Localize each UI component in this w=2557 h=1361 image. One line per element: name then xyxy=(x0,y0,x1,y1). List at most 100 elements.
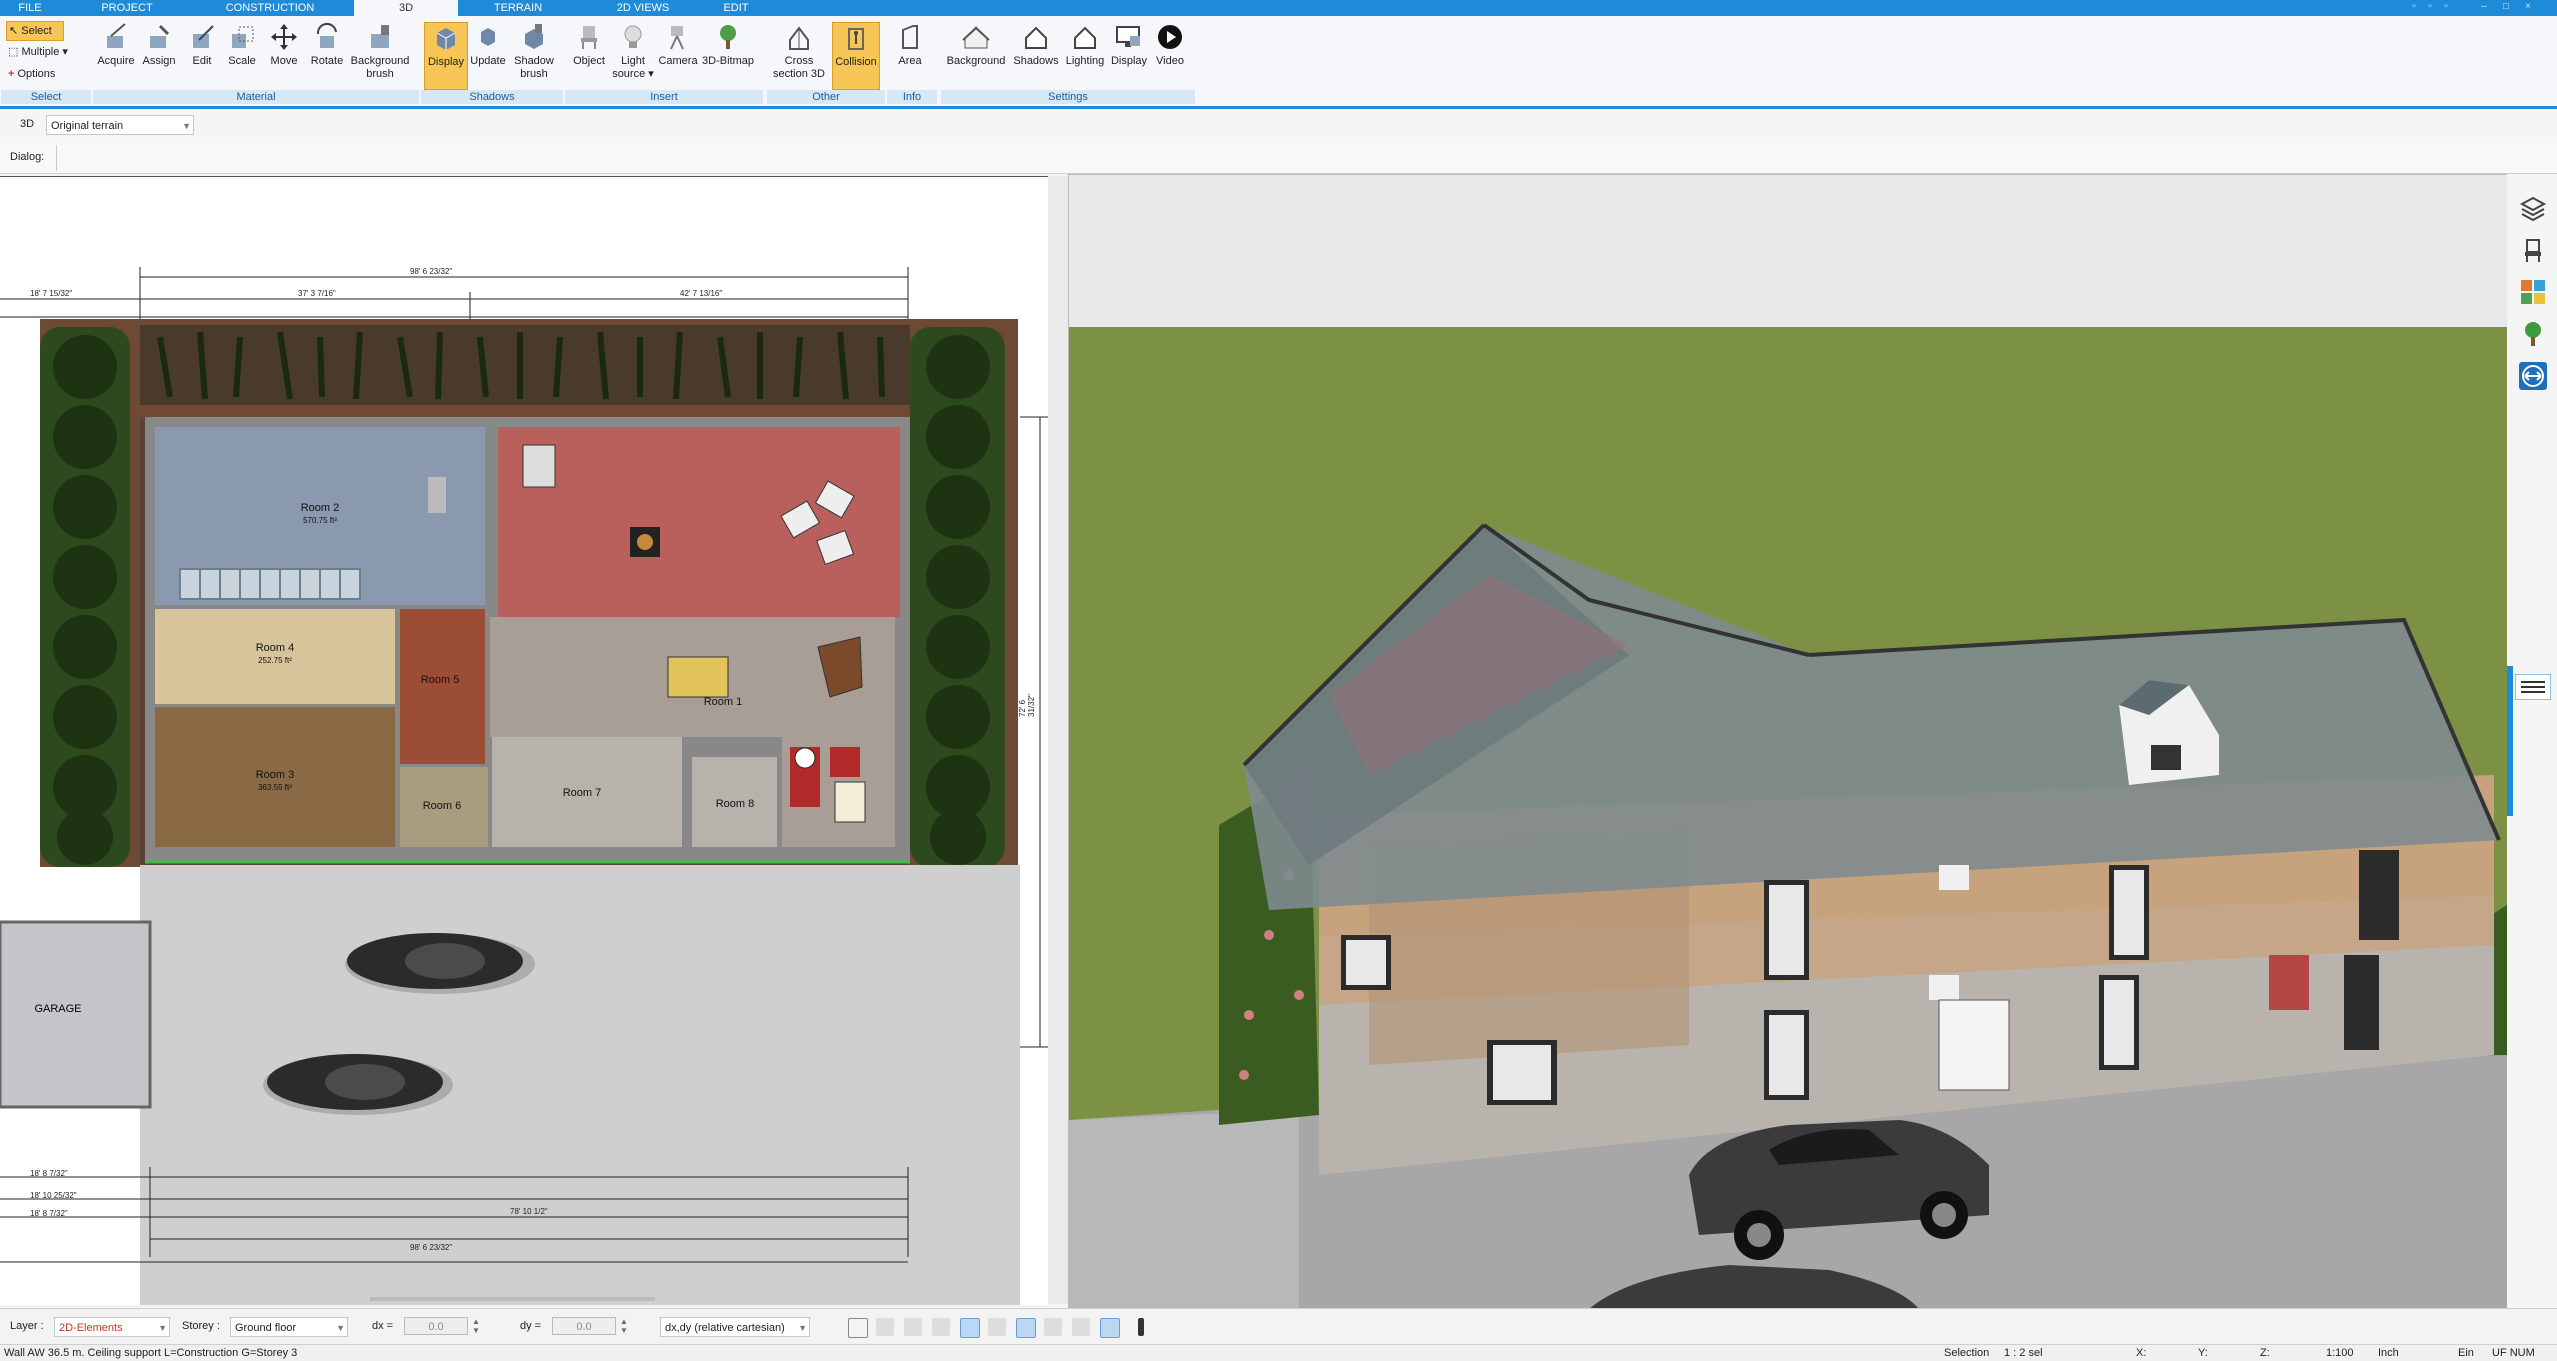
dy-stepper[interactable]: ▲ ▼ xyxy=(620,1317,628,1335)
materials-icon[interactable] xyxy=(2519,278,2547,306)
shadow-display-button[interactable]: Display xyxy=(424,22,468,90)
shadow-brush-button[interactable]: Shadow brush xyxy=(510,22,558,81)
background-settings-button[interactable]: Background xyxy=(942,22,1010,68)
chair-icon[interactable] xyxy=(2519,236,2547,264)
dimension-bottom-house: 78' 10 1/2" xyxy=(510,1207,548,1216)
dimension-right-vertical: 72' 6 31/32" xyxy=(1018,694,1036,717)
room-3-area: 363.55 ft² xyxy=(258,783,292,792)
dx-stepper[interactable]: ▲ ▼ xyxy=(472,1317,480,1335)
pencil-cube-icon xyxy=(193,25,214,48)
object-snap-icon[interactable] xyxy=(904,1318,922,1336)
floor-plan-view[interactable]: Room 2 570.75 ft² Room 4 252.75 ft² Room… xyxy=(0,176,1048,1305)
wall-snap-icon[interactable] xyxy=(1044,1318,1062,1336)
house-shadow-icon xyxy=(1025,26,1047,49)
shadows-settings-button[interactable]: Shadows xyxy=(1010,22,1062,68)
acquire-button[interactable]: Acquire xyxy=(92,22,140,68)
insert-3d-bitmap-button[interactable]: 3D-Bitmap xyxy=(700,22,756,68)
close-icon[interactable]: × xyxy=(2522,1,2534,13)
rotate-button[interactable]: Rotate xyxy=(306,22,348,68)
dimension-bottom-left-2: 18' 10 25/32" xyxy=(30,1191,77,1200)
plants-icon[interactable] xyxy=(2519,320,2547,348)
shadow-cube-icon xyxy=(436,28,456,50)
dy-input[interactable]: 0.0 xyxy=(552,1317,616,1335)
paint-bucket-icon xyxy=(150,24,170,48)
tab-terrain[interactable]: TERRAIN xyxy=(488,0,548,16)
angle-snap-icon[interactable] xyxy=(960,1318,980,1338)
tab-project[interactable]: PROJECT xyxy=(92,0,162,16)
move-button[interactable]: Move xyxy=(264,22,304,68)
cross-section-3d-button[interactable]: Cross section 3D xyxy=(768,22,830,81)
tab-3d[interactable]: 3D xyxy=(354,0,458,16)
video-button[interactable]: Video xyxy=(1150,22,1190,68)
guide-icon[interactable] xyxy=(988,1318,1006,1336)
chevron-down-icon: ▼ xyxy=(336,1323,345,1333)
insert-object-button[interactable]: Object xyxy=(568,22,610,68)
hatch-icon[interactable] xyxy=(1016,1318,1036,1338)
sky xyxy=(1069,175,2507,327)
group-info: Info xyxy=(886,90,937,104)
lightbulb-icon xyxy=(624,25,642,48)
tab-edit[interactable]: EDIT xyxy=(710,0,762,16)
group-material: Material xyxy=(92,90,419,104)
options-button[interactable]: + Options xyxy=(6,65,78,83)
quick-access-icon[interactable]: ▫ xyxy=(2408,1,2420,13)
edit-material-button[interactable]: Edit xyxy=(182,22,222,68)
layers-icon[interactable] xyxy=(2519,194,2547,222)
sidebar-handle[interactable] xyxy=(2507,666,2513,816)
view-splitter[interactable] xyxy=(1048,176,1068,1304)
dimension-bottom-total: 98' 6 23/32" xyxy=(410,1243,453,1252)
tab-2d-views[interactable]: 2D VIEWS xyxy=(608,0,678,16)
dx-input[interactable]: 0.0 xyxy=(404,1317,468,1335)
hamburger-icon[interactable] xyxy=(2515,674,2551,700)
dimension-bottom-left: 18' 8 7/32" xyxy=(30,1169,68,1178)
plan-scrollbar[interactable] xyxy=(370,1297,655,1301)
maximize-icon[interactable]: □ xyxy=(2500,1,2512,13)
scale-icon xyxy=(232,26,254,48)
background-brush-button[interactable]: Background brush xyxy=(348,22,412,81)
coordinate-mode-select[interactable]: dx,dy (relative cartesian) ▼ xyxy=(660,1317,810,1337)
tab-construction[interactable]: CONSTRUCTION xyxy=(220,0,320,16)
minimize-icon[interactable]: – xyxy=(2478,1,2490,13)
area-button[interactable]: Area xyxy=(890,22,930,68)
grid-icon[interactable] xyxy=(1072,1318,1090,1336)
lighting-settings-button[interactable]: Lighting xyxy=(1062,22,1108,68)
house-outline-icon xyxy=(962,26,990,49)
shadow-update-button[interactable]: Update xyxy=(466,22,510,68)
insert-mode: Ein xyxy=(2458,1347,2474,1359)
terrain-select[interactable]: Original terrain ▼ xyxy=(46,115,194,135)
play-icon xyxy=(1158,25,1182,49)
info-icon[interactable] xyxy=(1138,1318,1144,1336)
3d-view[interactable] xyxy=(1068,174,2508,1310)
room-6-label: Room 6 xyxy=(423,800,462,812)
north-icon[interactable] xyxy=(1100,1318,1120,1338)
storey-select[interactable]: Ground floor ▼ xyxy=(230,1317,348,1337)
scale-button[interactable]: Scale xyxy=(222,22,262,68)
light-source-button[interactable]: Light source ▾ xyxy=(612,22,654,81)
snap-icon[interactable] xyxy=(876,1318,894,1336)
layer-select[interactable]: 2D-Elements ▼ xyxy=(54,1317,170,1337)
collision-button[interactable]: Collision xyxy=(832,22,880,90)
dimension-total-width: 98' 6 23/32" xyxy=(410,267,453,276)
multiple-button[interactable]: ⬚ Multiple ▾ xyxy=(6,43,88,61)
insert-camera-button[interactable]: Camera xyxy=(656,22,700,68)
status-bar: Wall AW 36.5 m. Ceiling support L=Constr… xyxy=(0,1344,2557,1361)
tab-file[interactable]: FILE xyxy=(0,0,60,16)
floor-plan-canvas: Room 2 570.75 ft² Room 4 252.75 ft² Room… xyxy=(0,267,1048,1305)
y-coordinate-label: Y: xyxy=(2198,1347,2208,1359)
group-other: Other xyxy=(766,90,885,104)
room-terrace-floor xyxy=(498,427,900,617)
walking-person-icon xyxy=(848,28,864,50)
settings-icon[interactable]: ▫ xyxy=(2440,1,2452,13)
room-2-label: Room 2 xyxy=(301,502,340,514)
tree-icon xyxy=(720,25,736,49)
x-coordinate-label: X: xyxy=(2136,1347,2147,1359)
display-settings-button[interactable]: Display xyxy=(1108,22,1150,68)
assign-button[interactable]: Assign xyxy=(136,22,182,68)
help-icon[interactable]: ▫ xyxy=(2424,1,2436,13)
clock-icon[interactable] xyxy=(848,1318,868,1338)
plus-icon: + xyxy=(8,68,15,80)
select-button[interactable]: ↖ Select xyxy=(6,21,64,41)
lock-icon[interactable] xyxy=(932,1318,950,1336)
dimension-icon[interactable] xyxy=(2519,362,2547,390)
chevron-down-icon: ▼ xyxy=(182,121,191,131)
